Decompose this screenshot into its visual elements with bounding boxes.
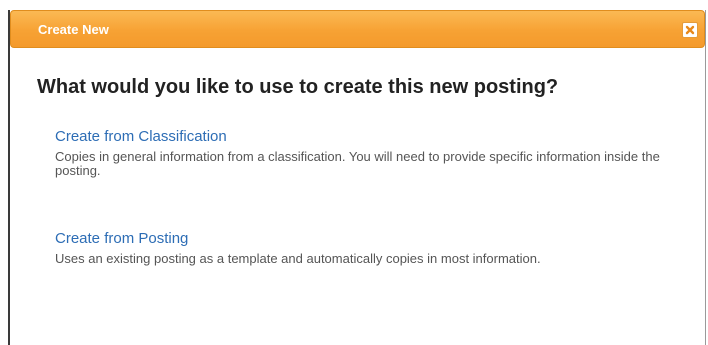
- option-description: Copies in general information from a cla…: [55, 149, 660, 178]
- option-create-from-classification: Create from Classification Copies in gen…: [55, 128, 685, 178]
- dialog-title: Create New: [38, 22, 109, 37]
- option-description: Uses an existing posting as a template a…: [55, 251, 541, 266]
- close-button[interactable]: [682, 22, 698, 38]
- close-icon: [685, 25, 695, 35]
- create-new-dialog: Create New What would you like to use to…: [8, 10, 706, 345]
- option-create-from-posting: Create from Posting Uses an existing pos…: [55, 230, 685, 266]
- dialog-titlebar: Create New: [10, 10, 705, 48]
- create-from-classification-link[interactable]: Create from Classification: [55, 128, 685, 145]
- create-from-posting-link[interactable]: Create from Posting: [55, 230, 685, 247]
- dialog-heading: What would you like to use to create thi…: [37, 76, 559, 98]
